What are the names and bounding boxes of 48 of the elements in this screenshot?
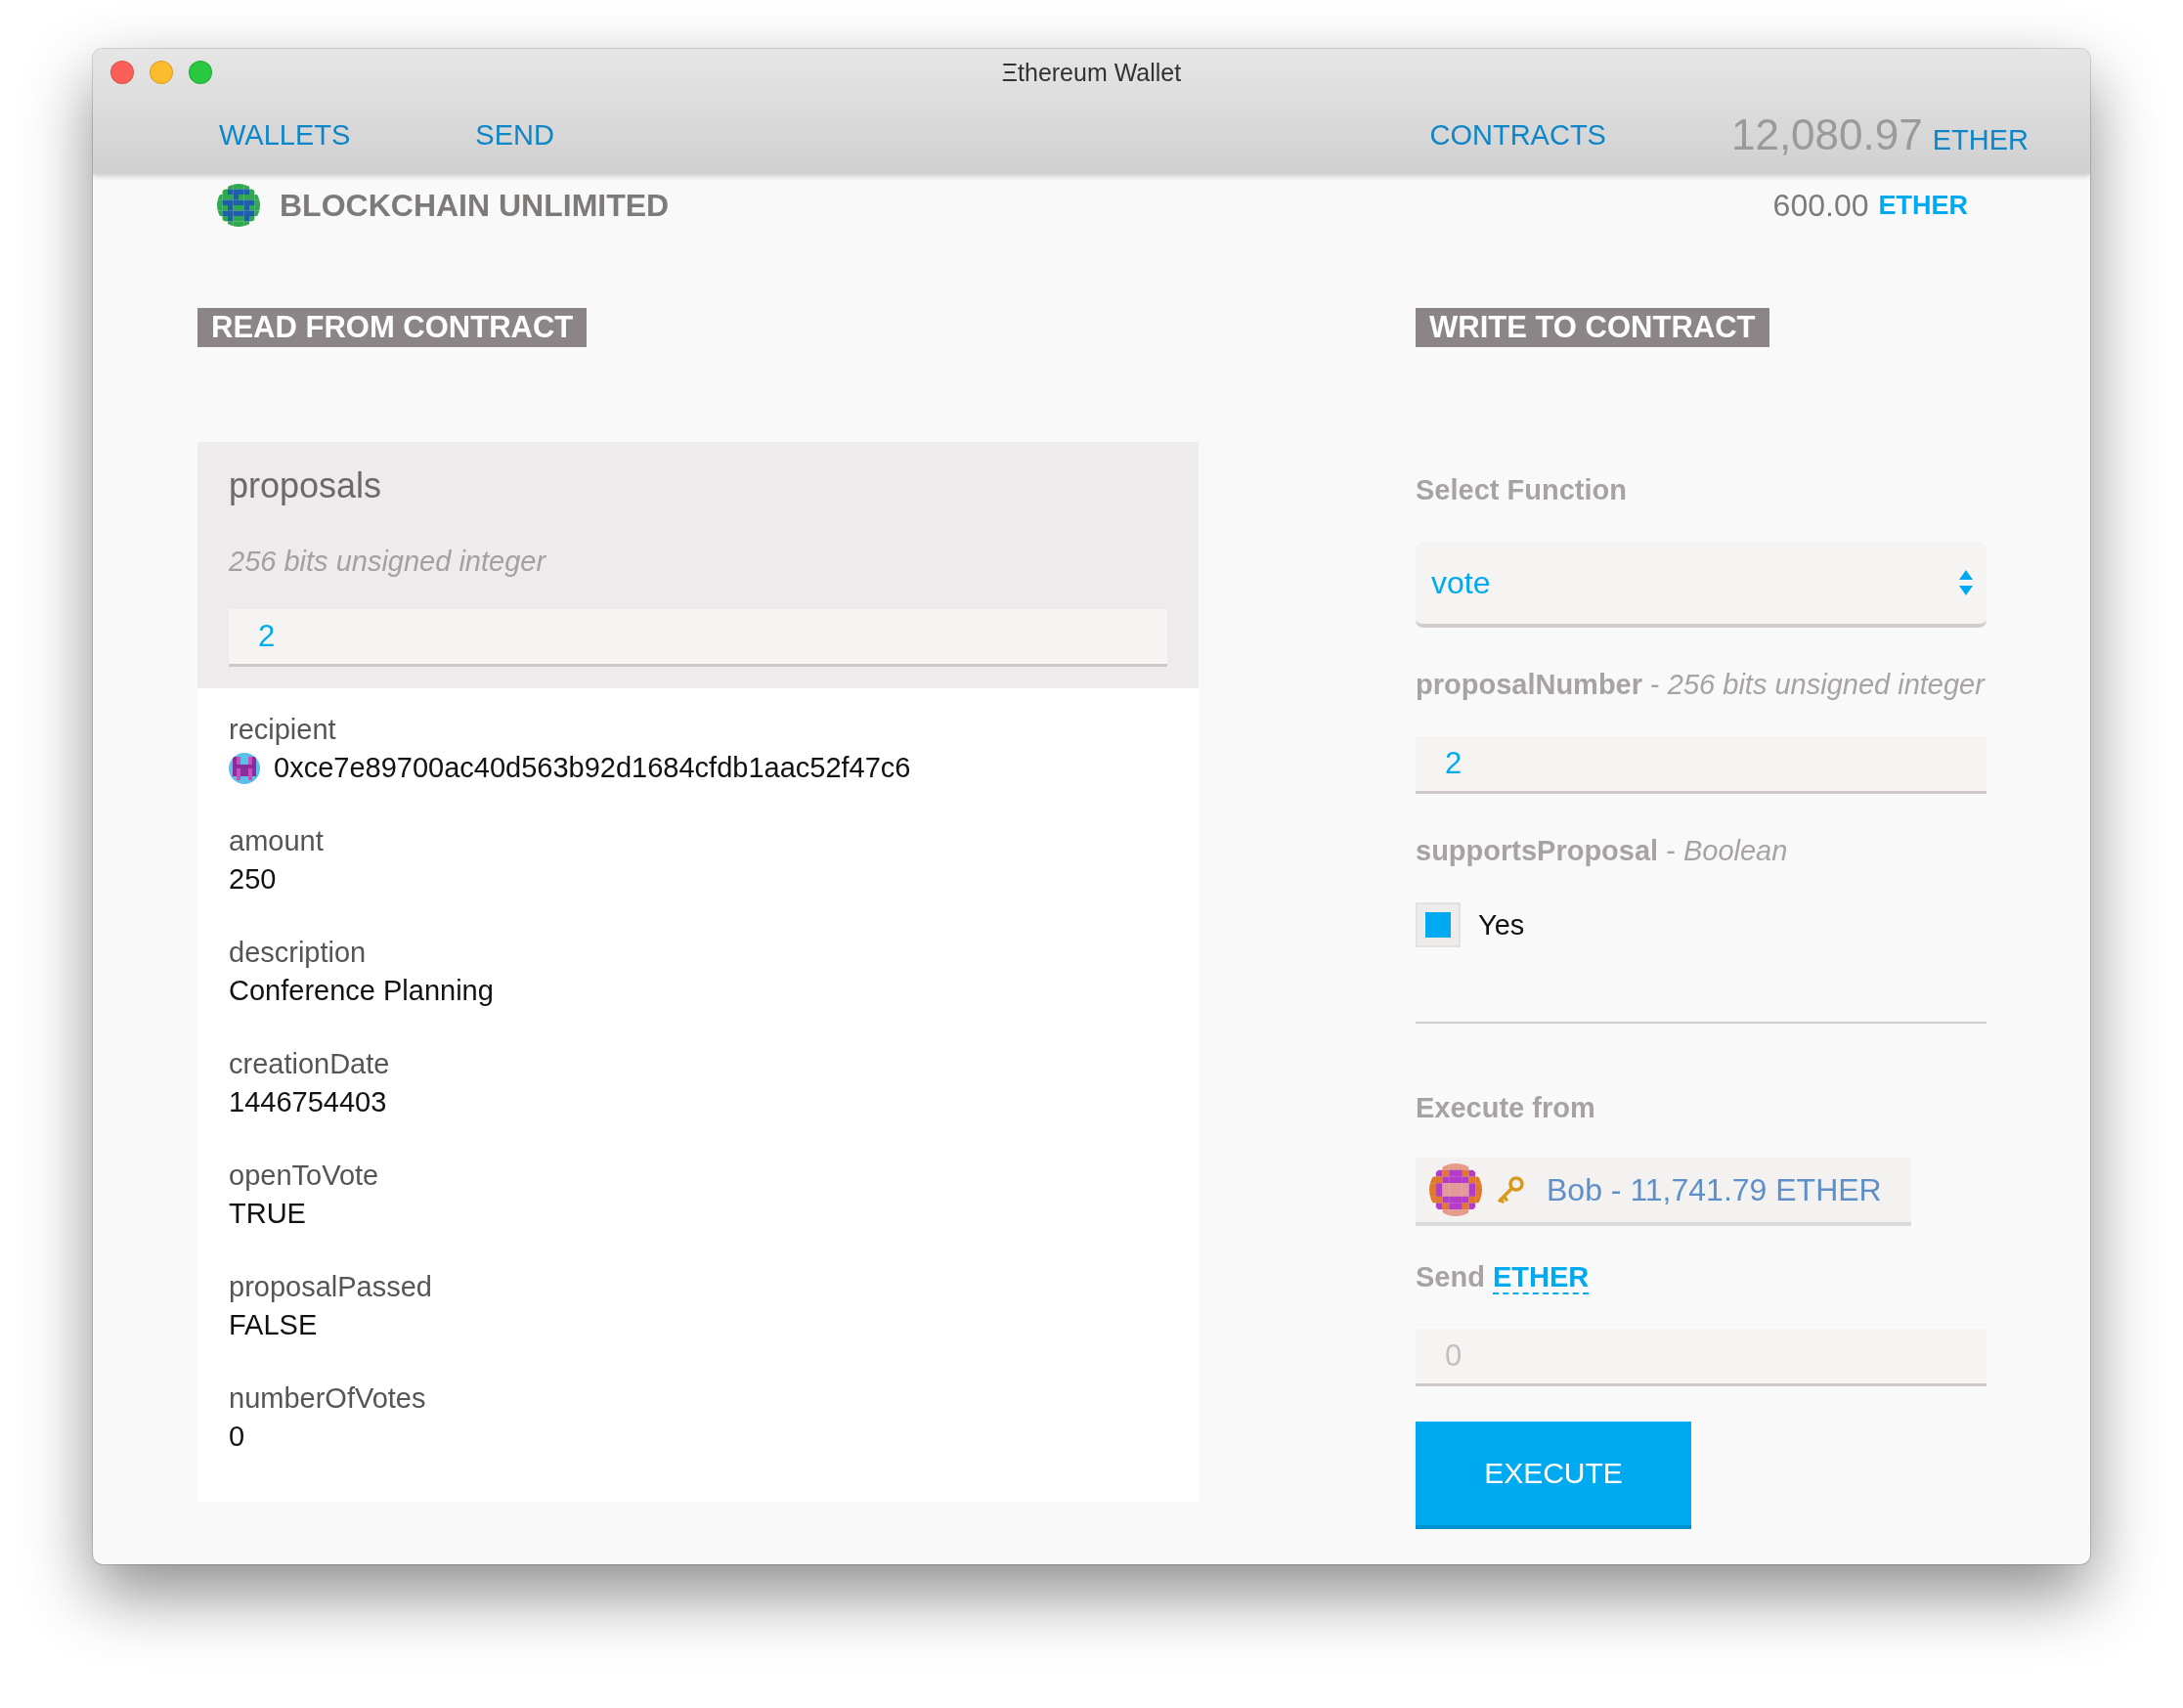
- field-label: Send ETHER: [1416, 1261, 1590, 1293]
- dropdown-arrows-icon: [1959, 570, 1973, 595]
- identicon-icon: [217, 184, 260, 227]
- nav-link[interactable]: SEND: [475, 118, 554, 152]
- output-label: openToVote: [229, 1160, 380, 1192]
- minimize-button[interactable]: [150, 61, 173, 84]
- address-value: 0xce7e89700ac40d563b92d1684cfdb1aac52f47c6: [274, 752, 911, 784]
- param-label: supportsProposal - Boolean: [1416, 835, 1788, 867]
- output-value: 1446754403: [229, 1086, 388, 1118]
- key-icon: [1496, 1175, 1525, 1204]
- output-value: Conference Planning: [229, 975, 495, 1007]
- section-title: WRITE TO CONTRACT: [1416, 308, 1769, 347]
- zoom-button[interactable]: [189, 61, 212, 84]
- total-balance: 12,080.97: [1730, 110, 1923, 159]
- field-label: Execute from: [1416, 1092, 1595, 1124]
- output-value: FALSE: [229, 1309, 319, 1341]
- output-label: description: [229, 937, 368, 969]
- output-label: proposalPassed: [229, 1271, 433, 1303]
- checkbox[interactable]: [1416, 902, 1461, 947]
- checkbox-label: Yes: [1478, 908, 1525, 942]
- output-label: creationDate: [229, 1048, 391, 1080]
- output-label: amount: [229, 825, 325, 857]
- output-value: 0: [229, 1421, 246, 1453]
- function-select[interactable]: vote: [1416, 542, 1987, 628]
- output-label: recipient: [229, 714, 337, 746]
- function-type: 256 bits unsigned integer: [229, 546, 547, 578]
- output-label: numberOfVotes: [229, 1382, 427, 1415]
- input-field[interactable]: 2: [1416, 736, 1987, 794]
- execute-button[interactable]: EXECUTE: [1416, 1422, 1691, 1529]
- account-select[interactable]: Bob - 11,741.79 ETHER: [1416, 1158, 1911, 1226]
- contract-name: BLOCKCHAIN UNLIMITED: [280, 187, 670, 224]
- contract-balance: 600.00: [1772, 187, 1869, 224]
- nav-link[interactable]: CONTRACTS: [1429, 118, 1606, 152]
- currency-unit: ETHER: [1878, 190, 1968, 221]
- currency-unit: ETHER: [1932, 124, 2029, 156]
- currency-unit[interactable]: ETHER: [1492, 1261, 1590, 1294]
- section-title: READ FROM CONTRACT: [197, 308, 588, 347]
- window-title: Ξthereum Wallet: [1001, 58, 1182, 87]
- param-label: proposalNumber - 256 bits unsigned integer: [1416, 669, 1985, 701]
- close-button[interactable]: [110, 61, 134, 84]
- account-identicon-icon: [1429, 1163, 1482, 1216]
- address-identicon-icon: [229, 752, 260, 784]
- function-name: proposals: [229, 465, 383, 506]
- output-value: 250: [229, 863, 278, 896]
- nav-link[interactable]: WALLETS: [219, 118, 351, 152]
- input-field[interactable]: 2: [229, 609, 1167, 667]
- output-value: TRUE: [229, 1198, 307, 1230]
- field-label: Select Function: [1416, 474, 1627, 506]
